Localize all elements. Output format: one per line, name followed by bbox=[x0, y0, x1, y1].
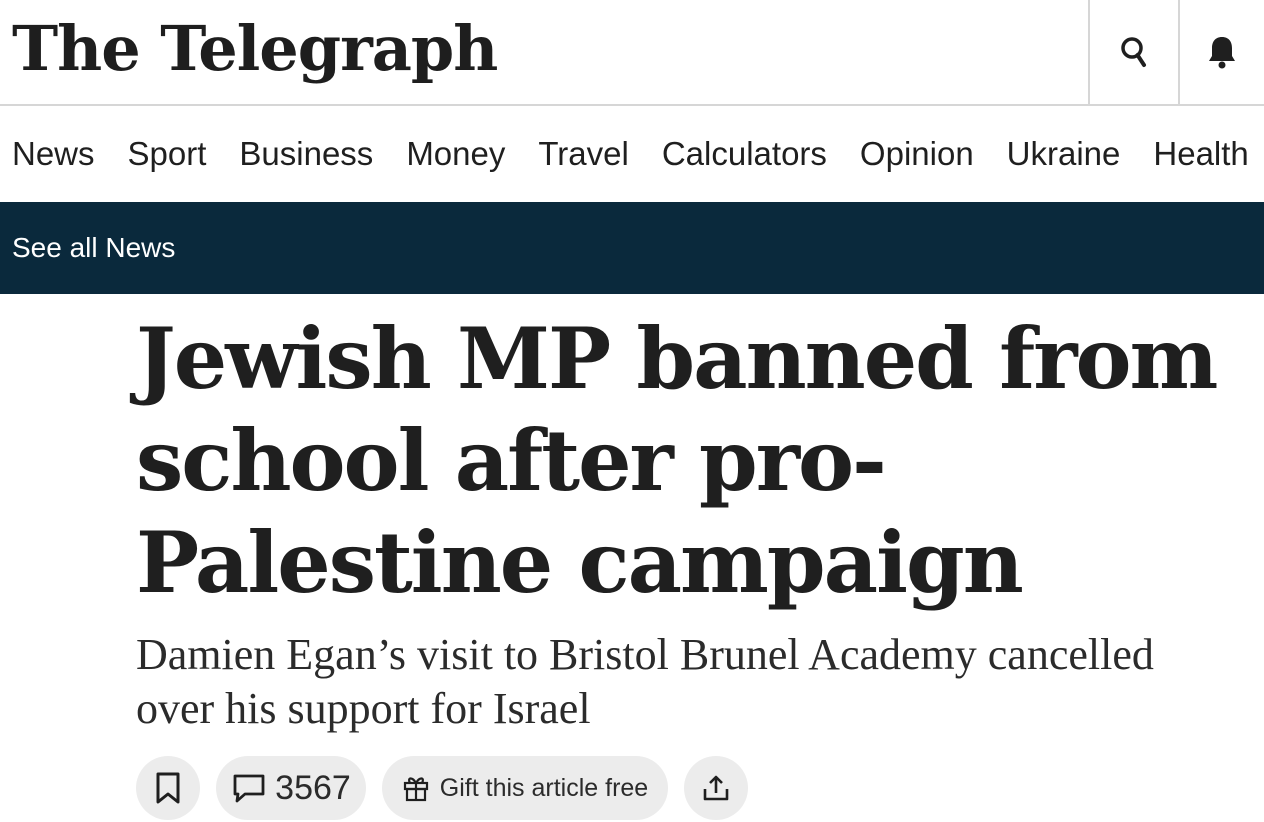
nav-item-sport[interactable]: Sport bbox=[128, 135, 207, 173]
nav-item-business[interactable]: Business bbox=[239, 135, 373, 173]
share-button[interactable] bbox=[684, 756, 748, 820]
nav-item-news[interactable]: News bbox=[12, 135, 95, 173]
bell-icon bbox=[1206, 34, 1238, 70]
search-button[interactable] bbox=[1088, 0, 1178, 104]
site-header: The Telegraph bbox=[0, 0, 1264, 106]
nav-item-ukraine[interactable]: Ukraine bbox=[1007, 135, 1121, 173]
gift-icon bbox=[402, 774, 430, 802]
section-bar: See all News bbox=[0, 202, 1264, 294]
bookmark-button[interactable] bbox=[136, 756, 200, 820]
article-standfirst: Damien Egan’s visit to Bristol Brunel Ac… bbox=[136, 630, 1154, 733]
nav-item-travel[interactable]: Travel bbox=[538, 135, 628, 173]
share-icon bbox=[701, 773, 731, 803]
primary-nav: News Sport Business Money Travel Calcula… bbox=[0, 106, 1264, 202]
gift-article-label: Gift this article free bbox=[439, 773, 649, 802]
see-all-news-link[interactable]: See all News bbox=[12, 232, 175, 264]
article-headline: Jewish MP banned from school after pro-P… bbox=[136, 309, 1218, 612]
gift-article-button[interactable]: Gift this article free bbox=[382, 756, 668, 820]
nav-item-opinion[interactable]: Opinion bbox=[860, 135, 974, 173]
telegraph-logo[interactable]: The Telegraph bbox=[12, 8, 498, 88]
notifications-button[interactable] bbox=[1178, 0, 1264, 104]
bookmark-icon bbox=[155, 771, 181, 805]
nav-item-calculators[interactable]: Calculators bbox=[662, 135, 827, 173]
article-actions: 3567 Gift this article free bbox=[136, 756, 748, 820]
nav-item-health[interactable]: Health bbox=[1153, 135, 1248, 173]
comment-icon bbox=[231, 772, 267, 804]
nav-item-money[interactable]: Money bbox=[406, 135, 505, 173]
comment-count: 3567 bbox=[275, 768, 351, 807]
search-icon bbox=[1119, 35, 1149, 69]
comments-button[interactable]: 3567 bbox=[216, 756, 366, 820]
